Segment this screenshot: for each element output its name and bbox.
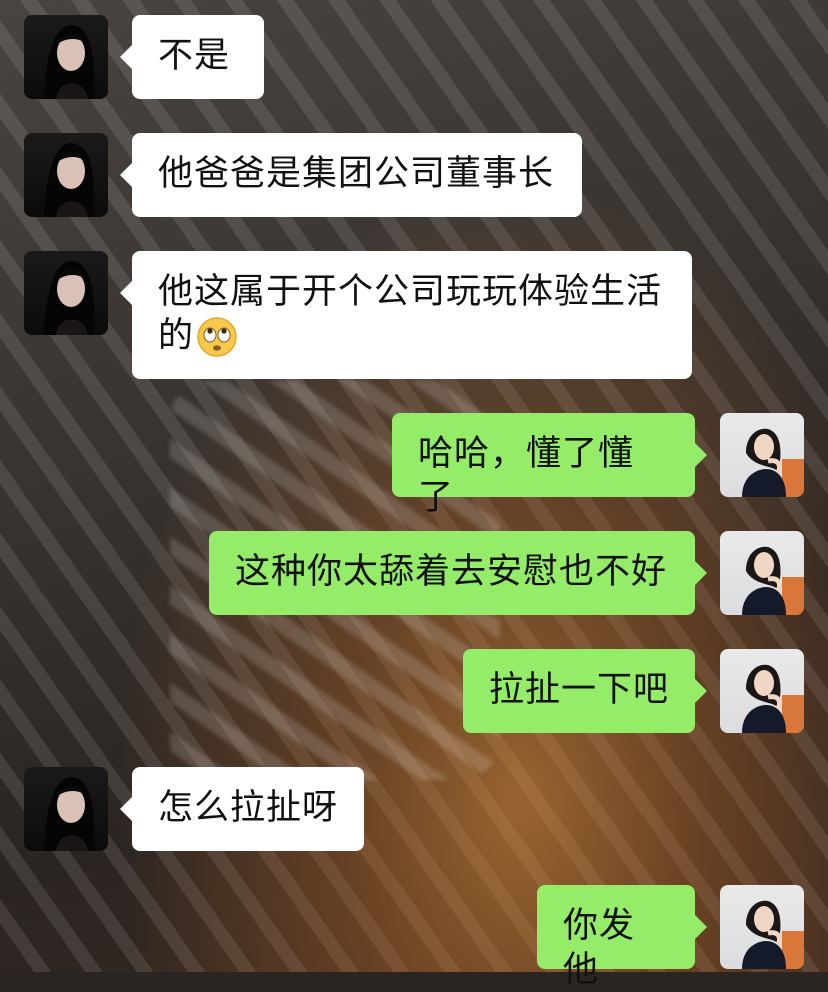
message-text: 他爸爸是集团公司董事长 <box>158 154 555 194</box>
message-text: 拉扯一下吧 <box>489 670 670 710</box>
message-text: 怎么拉扯呀 <box>158 788 339 828</box>
message-bubble[interactable]: 你发他 <box>537 885 707 990</box>
message-bubble[interactable]: 他爸爸是集团公司董事长 <box>120 133 582 217</box>
message-bubble[interactable]: 这种你太舔着去安慰也不好 <box>209 531 707 615</box>
contact-avatar[interactable] <box>24 15 108 99</box>
contact-avatar[interactable] <box>24 251 108 335</box>
message-text: 不是 <box>158 36 231 76</box>
message-bubble[interactable]: 不是 <box>120 15 264 99</box>
message-bubble[interactable]: 怎么拉扯呀 <box>120 767 364 851</box>
contact-avatar[interactable] <box>24 767 108 851</box>
rolling-eyes-emoji <box>197 317 237 357</box>
message-bubble[interactable]: 他这属于开个公司玩玩体验生活的 <box>120 251 692 379</box>
my-avatar[interactable] <box>720 885 804 969</box>
message-text: 的 <box>158 316 195 356</box>
message-text: 哈哈，懂了懂了 <box>418 434 635 518</box>
chat-message-list[interactable]: 不是 他爸爸是集团公司董事长 他这属于开个公司玩玩体验生活的 哈哈，懂了懂了 这… <box>0 0 828 990</box>
my-avatar[interactable] <box>720 649 804 733</box>
message-text: 你发他 <box>563 906 636 990</box>
message-bubble[interactable]: 拉扯一下吧 <box>463 649 707 733</box>
message-bubble[interactable]: 哈哈，懂了懂了 <box>392 413 707 518</box>
my-avatar[interactable] <box>720 531 804 615</box>
my-avatar[interactable] <box>720 413 804 497</box>
contact-avatar[interactable] <box>24 133 108 217</box>
message-text: 这种你太舔着去安慰也不好 <box>235 552 668 592</box>
message-text: 他这属于开个公司玩玩体验生活 <box>158 272 663 312</box>
